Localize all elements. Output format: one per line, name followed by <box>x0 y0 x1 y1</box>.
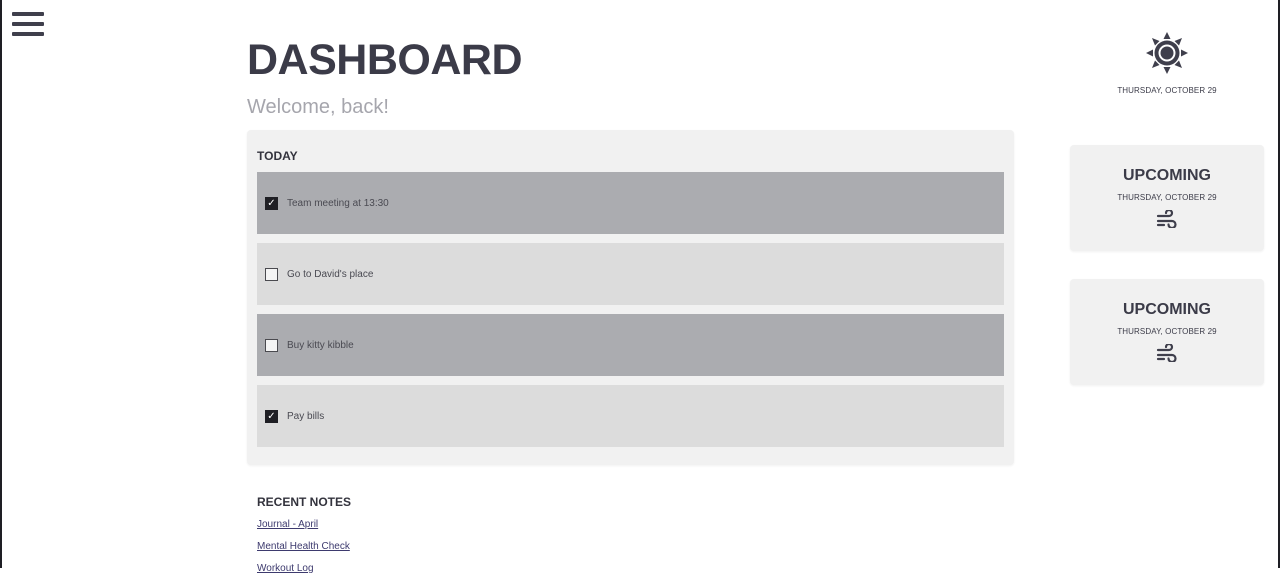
hamburger-icon-bar <box>12 12 44 16</box>
hamburger-icon-bar <box>12 32 44 36</box>
hamburger-icon-bar <box>12 22 44 26</box>
task-label: Go to David's place <box>287 268 374 280</box>
task-list: ✓ Team meeting at 13:30 Go to David's pl… <box>257 172 1004 456</box>
upcoming-card: UPCOMING THURSDAY, OCTOBER 29 <box>1070 145 1264 251</box>
upcoming-date: THURSDAY, OCTOBER 29 <box>1117 327 1217 336</box>
task-item[interactable]: ✓ Team meeting at 13:30 <box>257 172 1004 234</box>
note-link-workout[interactable]: Workout Log <box>257 563 314 574</box>
upcoming-card: UPCOMING THURSDAY, OCTOBER 29 <box>1070 279 1264 385</box>
task-label: Pay bills <box>287 410 325 422</box>
task-label: Buy kitty kibble <box>287 339 354 351</box>
today-title: TODAY <box>257 149 298 163</box>
task-checkbox[interactable]: ✓ <box>265 409 278 423</box>
page-title: DASHBOARD <box>247 36 523 84</box>
menu-button[interactable] <box>12 12 44 42</box>
welcome-subtitle: Welcome, back! <box>247 96 389 118</box>
upcoming-title: UPCOMING <box>1123 301 1211 318</box>
today-card: TODAY ✓ Team meeting at 13:30 Go to Davi… <box>247 130 1014 465</box>
sun-icon <box>1146 32 1188 74</box>
upcoming-title: UPCOMING <box>1123 167 1211 184</box>
task-checkbox[interactable] <box>265 267 278 281</box>
task-item[interactable]: Buy kitty kibble <box>257 314 1004 376</box>
note-link-journal[interactable]: Journal - April <box>257 519 318 530</box>
wind-icon <box>1156 210 1177 228</box>
weather-date: THURSDAY, OCTOBER 29 <box>1117 86 1217 95</box>
task-item[interactable]: Go to David's place <box>257 243 1004 305</box>
task-checkbox[interactable] <box>265 338 278 352</box>
upcoming-date: THURSDAY, OCTOBER 29 <box>1117 193 1217 202</box>
weather-widget: THURSDAY, OCTOBER 29 <box>1070 30 1264 95</box>
recent-notes-title: RECENT NOTES <box>257 495 352 509</box>
note-link-mental-health[interactable]: Mental Health Check <box>257 541 350 552</box>
task-label: Team meeting at 13:30 <box>287 197 389 209</box>
task-item[interactable]: ✓ Pay bills <box>257 385 1004 447</box>
wind-icon <box>1156 344 1177 362</box>
task-checkbox[interactable]: ✓ <box>265 196 278 210</box>
